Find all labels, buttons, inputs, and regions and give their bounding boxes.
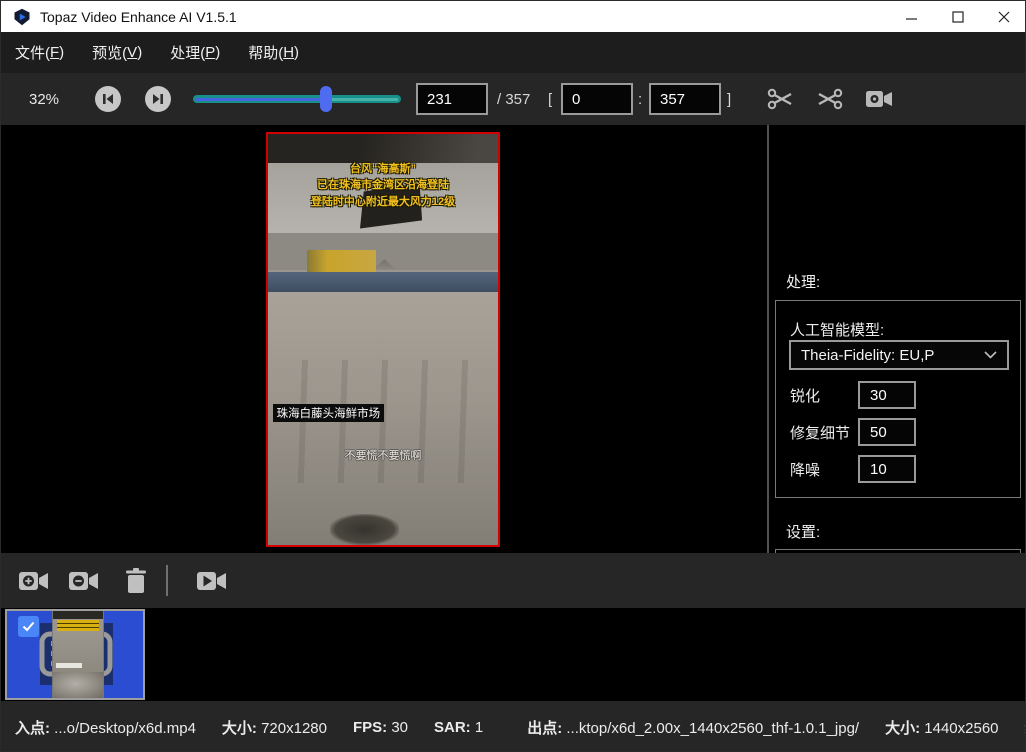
title-bar: Topaz Video Enhance AI V1.5.1: [1, 1, 1026, 32]
preview-camera-icon: [864, 87, 894, 111]
video-location-caption: 珠海白藤头海鲜市场: [273, 404, 385, 422]
sharpen-input[interactable]: 30: [858, 381, 916, 409]
remove-video-button[interactable]: [68, 566, 100, 596]
skip-start-button[interactable]: [95, 86, 121, 112]
timeline-slider[interactable]: [193, 73, 401, 125]
settings-panel: 处理: 人工智能模型: Theia-Fidelity: EU,P 锐化 30 修…: [771, 125, 1026, 553]
cut-icon: [766, 86, 794, 112]
range-colon: :: [638, 73, 642, 125]
video-overpass: [268, 134, 498, 163]
range-end-input[interactable]: 357: [649, 83, 721, 115]
denoise-input[interactable]: 10: [858, 455, 916, 483]
window-title: Topaz Video Enhance AI V1.5.1: [40, 9, 237, 25]
thumbnail-checkbox[interactable]: [18, 616, 39, 637]
delete-button[interactable]: [120, 566, 152, 596]
menu-file[interactable]: 文件(F): [1, 32, 78, 73]
video-overlay-title: 台风“海高斯” 已在珠海市金湾区沿海登陆 登陆时中心附近最大风力12级: [268, 161, 498, 211]
status-sar: SAR: 1: [434, 719, 483, 736]
denoise-row: 降噪 10: [790, 455, 1010, 483]
maximize-button[interactable]: [935, 1, 981, 32]
ai-model-dropdown[interactable]: Theia-Fidelity: EU,P: [789, 340, 1009, 370]
checkbox-checked-icon: [22, 621, 35, 632]
video-thumbnail-item[interactable]: [5, 609, 145, 700]
current-frame-input[interactable]: 231: [416, 83, 488, 115]
ai-model-label: 人工智能模型:: [790, 319, 884, 340]
slider-progress: [195, 98, 326, 101]
skip-end-button[interactable]: [145, 86, 171, 112]
minimize-button[interactable]: [889, 1, 935, 32]
app-window: Topaz Video Enhance AI V1.5.1 文件(F) 预览(V…: [0, 0, 1026, 752]
ai-model-value: Theia-Fidelity: EU,P: [801, 347, 934, 364]
chevron-down-icon: [984, 351, 997, 359]
processing-section-title: 处理:: [786, 271, 820, 292]
cut-button[interactable]: [765, 86, 795, 112]
status-out-path: 出点: ...ktop/x6d_2.00x_1440x2560_thf-1.0.…: [527, 717, 859, 738]
video-yellow-truck: [307, 250, 376, 273]
status-out-size: 大小: 1440x2560: [885, 717, 998, 738]
zoom-level-label: 32%: [29, 73, 59, 125]
remove-video-icon: [68, 569, 100, 593]
settings-section-title: 设置:: [786, 521, 820, 542]
video-blue-wall: [268, 272, 498, 293]
menu-bar: 文件(F) 预览(V) 处理(P) 帮助(H): [1, 32, 1026, 73]
close-button[interactable]: [981, 1, 1026, 32]
menu-process[interactable]: 处理(P): [156, 32, 234, 73]
splice-icon: [816, 86, 844, 112]
process-video-button[interactable]: [196, 566, 228, 596]
video-floating-debris: [330, 514, 399, 545]
slider-remaining: [330, 98, 398, 101]
status-in-path: 入点: ...o/Desktop/x6d.mp4: [15, 717, 196, 738]
range-close-bracket: ]: [727, 73, 731, 125]
slider-handle[interactable]: [320, 86, 332, 112]
splice-button[interactable]: [815, 86, 845, 112]
range-start-input[interactable]: 0: [561, 83, 633, 115]
panel-splitter[interactable]: [767, 125, 769, 553]
sharpen-label: 锐化: [790, 385, 858, 406]
thumbnail-video-frame: [52, 611, 104, 698]
status-in-size: 大小: 720x1280: [222, 717, 327, 738]
sharpen-row: 锐化 30: [790, 381, 1010, 409]
processing-groupbox: 人工智能模型: Theia-Fidelity: EU,P 锐化 30 修复细节 …: [775, 300, 1021, 498]
process-video-icon: [196, 569, 228, 593]
range-open-bracket: [: [548, 73, 552, 125]
menu-preview[interactable]: 预览(V): [78, 32, 156, 73]
playback-toolbar: 32% 231 / 357 [ 0 : 357 ]: [1, 73, 1026, 125]
video-list-toolbar: [1, 553, 1026, 608]
video-preview[interactable]: 台风“海高斯” 已在珠海市金湾区沿海登陆 登陆时中心附近最大风力12级 珠海白藤…: [266, 132, 500, 547]
video-bridge: [268, 233, 498, 270]
menu-help[interactable]: 帮助(H): [234, 32, 313, 73]
add-video-button[interactable]: [18, 566, 50, 596]
window-controls: [889, 1, 1026, 32]
toolbar-divider: [166, 565, 168, 596]
preview-camera-button[interactable]: [864, 86, 894, 112]
skip-end-icon: [151, 92, 165, 106]
app-logo-icon: [13, 8, 31, 26]
restore-detail-label: 修复细节: [790, 422, 858, 443]
trash-icon: [124, 567, 148, 595]
status-fps: FPS: 30: [353, 719, 408, 736]
restore-detail-input[interactable]: 50: [858, 418, 916, 446]
skip-start-icon: [101, 92, 115, 106]
thumbnail-strip: [1, 608, 1026, 701]
total-frames-label: / 357: [497, 73, 530, 125]
denoise-label: 降噪: [790, 459, 858, 480]
status-bar: 入点: ...o/Desktop/x6d.mp4 大小: 720x1280 FP…: [1, 701, 1026, 752]
add-video-icon: [18, 569, 50, 593]
video-subtitle: 不要慌不要慌啊: [268, 447, 498, 463]
main-area: 台风“海高斯” 已在珠海市金湾区沿海登陆 登陆时中心附近最大风力12级 珠海白藤…: [1, 125, 1026, 553]
restore-detail-row: 修复细节 50: [790, 418, 1010, 446]
